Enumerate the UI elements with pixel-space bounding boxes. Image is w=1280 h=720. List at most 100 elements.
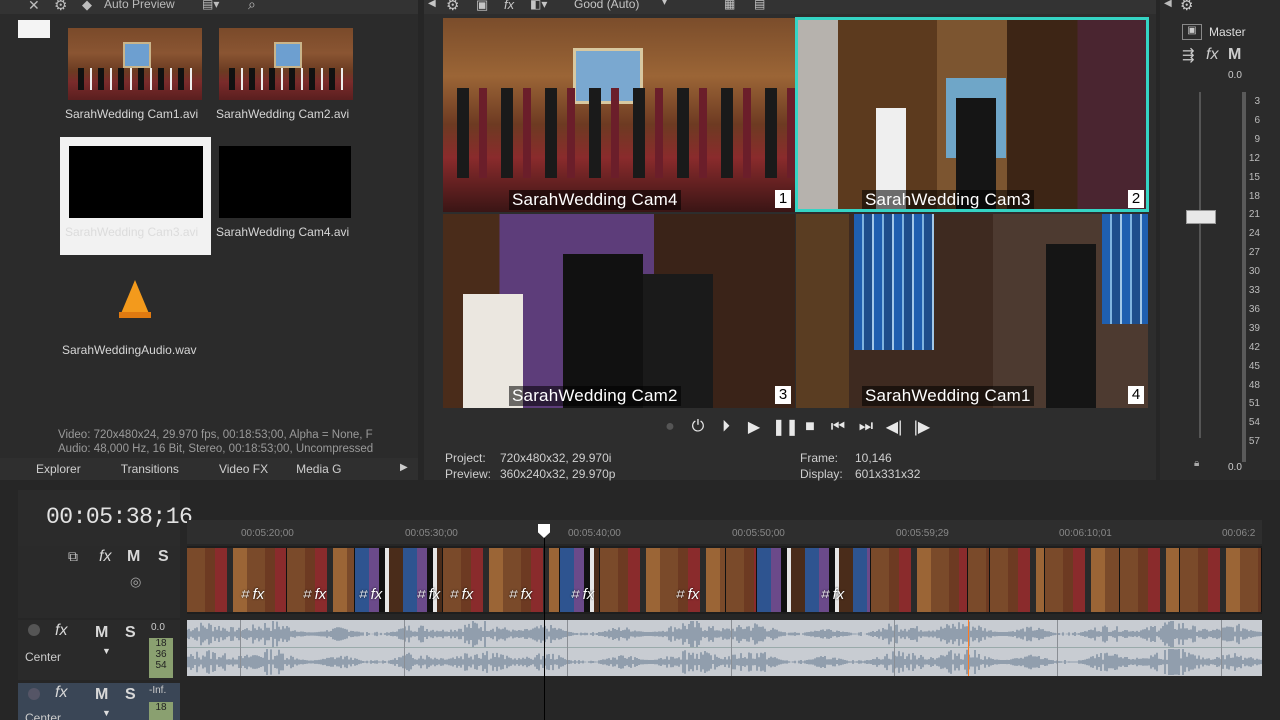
video-track-mute-button[interactable]: M [127, 548, 140, 566]
tab-transitions[interactable]: Transitions [97, 462, 195, 476]
master-scale-tick: 9 [1254, 133, 1260, 145]
search-icon[interactable]: ⌕ [248, 0, 256, 13]
video-clip[interactable] [726, 548, 757, 612]
meter-label: 18 [155, 702, 167, 713]
master-scale-tick: 12 [1248, 152, 1260, 164]
master-toggle-icon[interactable]: ▣ [1182, 24, 1202, 40]
track-motion-icon[interactable]: ⧉ [68, 548, 78, 565]
preview-gear-icon[interactable]: ⚙ [446, 0, 459, 14]
video-clip[interactable] [757, 548, 871, 612]
clip-fx-icon[interactable]: ⌗ fx [820, 586, 844, 603]
video-clip[interactable] [1045, 548, 1120, 612]
multicam-cam4-view[interactable]: SarahWedding Cam4 1 [443, 18, 795, 212]
track3-solo-button[interactable]: S [125, 686, 136, 704]
media-info-video: Video: 720x480x24, 29.970 fps, 00:18:53;… [58, 429, 373, 441]
collapse-left-icon[interactable]: ◀ [428, 0, 436, 9]
overlays-icon[interactable]: ▦ [724, 0, 735, 11]
gear-icon[interactable]: ⚙ [54, 0, 67, 14]
grid-line [404, 620, 405, 676]
media-thumb-cam3[interactable] [69, 146, 203, 218]
quality-dropdown-icon[interactable]: ▾ [662, 0, 667, 8]
media-thumb-cam1[interactable] [68, 28, 202, 100]
play-from-start-icon[interactable]: ⏵ [716, 418, 736, 436]
auto-preview-label[interactable]: Auto Preview [104, 0, 175, 11]
video-clip[interactable] [871, 548, 968, 612]
audio-track-fx-button[interactable]: fx [55, 622, 67, 640]
clip-fx-icon[interactable]: ⌗ fx [302, 586, 326, 603]
master-routing-icon[interactable]: ⇶ [1182, 46, 1195, 64]
video-clip[interactable] [187, 548, 287, 612]
view-menu-icon[interactable]: ▤▾ [202, 0, 219, 11]
media-thumb-cam4[interactable] [219, 146, 351, 218]
video-clip[interactable] [1120, 548, 1180, 612]
split-screen-icon[interactable]: ◧▾ [530, 0, 547, 11]
clip-fx-icon[interactable]: ⌗ fx [675, 586, 699, 603]
track3-mute-button[interactable]: M [95, 686, 108, 704]
media-view-selector[interactable] [18, 20, 50, 38]
collapse-master-icon[interactable]: ◀ [1164, 0, 1172, 9]
media-info-audio: Audio: 48,000 Hz, 16 Bit, Stereo, 00:18:… [58, 443, 374, 455]
project-label: Project: [445, 451, 486, 465]
video-track-solo-button[interactable]: S [158, 548, 169, 566]
clip-fx-icon[interactable]: ⌗ fx [508, 586, 532, 603]
clip-fx-icon[interactable]: ⌗ fx [570, 586, 594, 603]
audio-track-pan[interactable]: Center [25, 650, 61, 664]
audio-track-mute-button[interactable]: M [95, 624, 108, 642]
video-clip[interactable] [1180, 548, 1262, 612]
track3-arm-icon[interactable] [28, 688, 40, 700]
clip-fx-icon[interactable]: ⌗ fx [416, 586, 440, 603]
track3-pan[interactable]: Center [25, 711, 61, 720]
clip-fx-icon[interactable]: ⌗ fx [240, 586, 264, 603]
record-icon[interactable]: ● [660, 418, 680, 436]
tab-media-generators[interactable]: Media G [284, 462, 357, 476]
master-gear-icon[interactable]: ⚙ [1180, 0, 1193, 14]
composite-mode-icon[interactable]: ◎ [130, 574, 141, 590]
video-track-fx-button[interactable]: fx [99, 548, 111, 566]
prev-frame-icon[interactable]: ◀| [884, 417, 904, 437]
audio-track-solo-button[interactable]: S [125, 624, 136, 642]
tab-video-fx[interactable]: Video FX [195, 462, 284, 476]
clip-fx-icon[interactable]: ⌗ fx [358, 586, 382, 603]
audio-file-icon[interactable] [120, 280, 150, 316]
video-clip[interactable] [990, 548, 1045, 612]
tab-explorer[interactable]: Explorer [0, 462, 97, 476]
meter-label: 54 [155, 660, 167, 671]
master-fx-icon[interactable]: fx [1206, 46, 1218, 64]
external-monitor-icon[interactable]: ▣ [476, 0, 488, 13]
fx-icon[interactable]: fx [504, 0, 514, 12]
media-thumb-cam2[interactable] [219, 28, 353, 100]
master-mute-button[interactable]: M [1228, 46, 1241, 64]
arm-record-icon[interactable] [28, 624, 40, 636]
lock-icon[interactable]: 🔒︎ [1194, 458, 1199, 469]
meter-label: 36 [155, 649, 167, 660]
track3-pan-dropdown-icon[interactable]: ▼ [102, 708, 111, 718]
close-icon[interactable]: ✕ [28, 0, 40, 14]
multicam-cam1-view[interactable]: SarahWedding Cam1 4 [796, 214, 1148, 408]
pan-dropdown-icon[interactable]: ▼ [102, 646, 111, 656]
next-marker-icon[interactable]: ⏭ [856, 418, 876, 436]
timecode-display[interactable]: 00:05:38;16 [46, 504, 193, 530]
next-frame-icon[interactable]: |▶ [912, 417, 932, 437]
track3-fx-button[interactable]: fx [55, 684, 67, 702]
clip-fx-icon[interactable]: ⌗ fx [449, 586, 473, 603]
video-clip[interactable] [968, 548, 990, 612]
copy-snapshot-icon[interactable]: ▤ [754, 0, 765, 11]
track3-level: -Inf. [149, 685, 167, 696]
prev-marker-icon[interactable]: ⏮ [828, 418, 848, 436]
tag-icon[interactable]: ◆ [82, 0, 92, 13]
multicam-cam2-view[interactable]: SarahWedding Cam2 3 [443, 214, 795, 408]
grid-line [894, 620, 895, 676]
stop-icon[interactable]: ■ [800, 418, 820, 436]
preview-quality[interactable]: Good (Auto) [574, 0, 639, 11]
video-clip[interactable] [600, 548, 726, 612]
tab-scroll-right-icon[interactable]: ▶ [400, 462, 414, 476]
master-fader-handle[interactable] [1186, 210, 1216, 224]
master-scale-tick: 6 [1254, 114, 1260, 126]
play-icon[interactable]: ▶ [744, 417, 764, 437]
cam-label: SarahWedding Cam2 [509, 386, 681, 406]
loop-icon[interactable]: ⏻ [688, 418, 708, 436]
playhead-line[interactable] [544, 524, 545, 720]
audio-track-level: 0.0 [151, 622, 165, 633]
master-title: Master [1209, 25, 1246, 39]
pause-icon[interactable]: ❚❚ [772, 417, 799, 437]
